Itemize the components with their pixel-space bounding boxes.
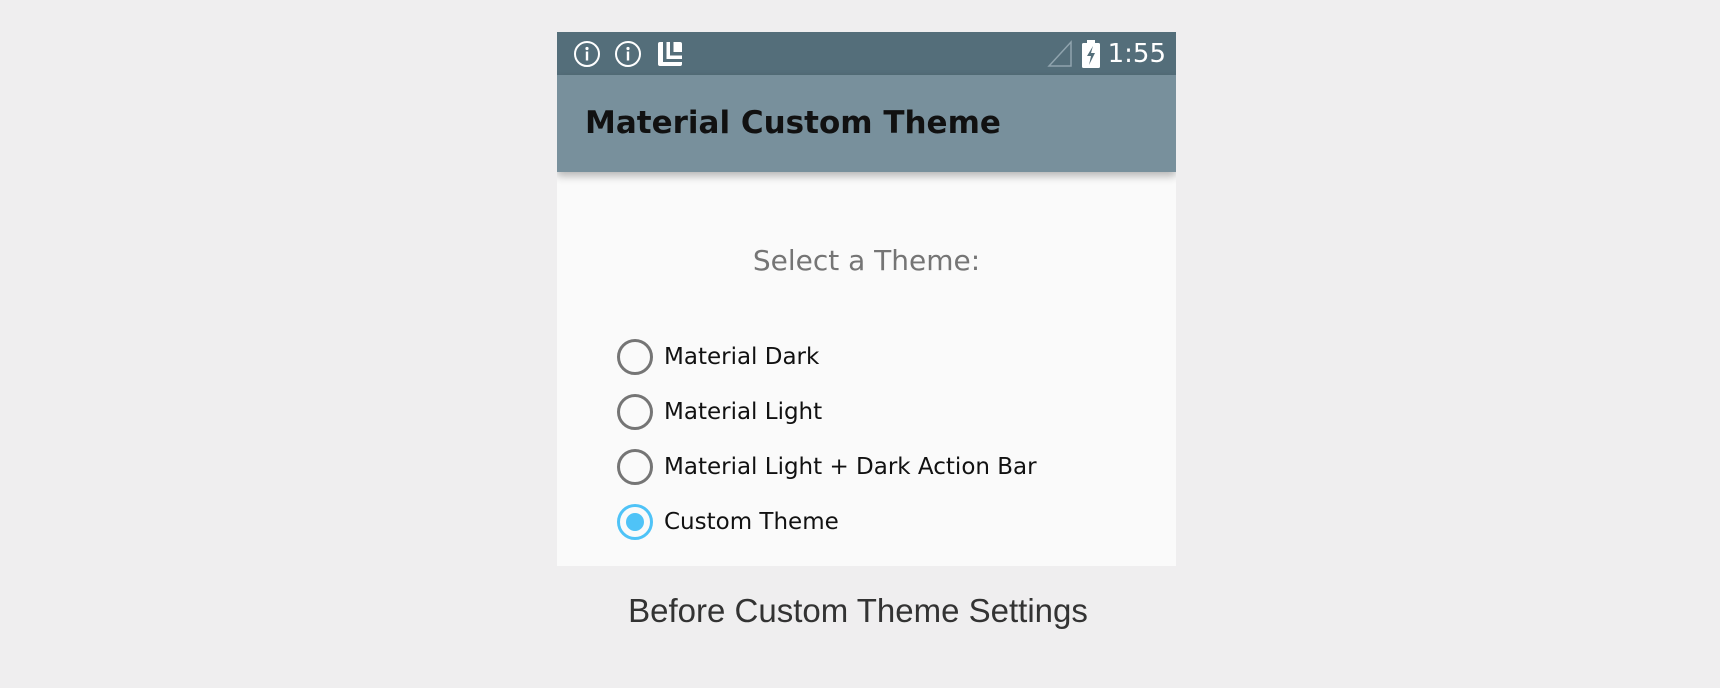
radio-option-material-dark[interactable]: Material Dark xyxy=(617,337,819,377)
radio-button[interactable] xyxy=(617,449,653,485)
radio-button[interactable] xyxy=(617,394,653,430)
radio-label: Material Light xyxy=(664,399,823,425)
app-bar: Material Custom Theme xyxy=(557,75,1176,172)
phone-screen: 1:55 Material Custom Theme Select a Them… xyxy=(557,32,1176,566)
radio-option-material-light-dark-action-bar[interactable]: Material Light + Dark Action Bar xyxy=(617,447,1037,487)
radio-label: Custom Theme xyxy=(664,509,839,535)
battery-charging-icon xyxy=(1082,40,1100,68)
status-bar: 1:55 xyxy=(557,32,1176,75)
figure-caption: Before Custom Theme Settings xyxy=(628,592,1088,629)
radio-label: Material Light + Dark Action Bar xyxy=(664,454,1037,480)
status-time: 1:55 xyxy=(1107,39,1166,69)
signal-icon xyxy=(1047,40,1072,67)
launcher-icon xyxy=(658,42,682,66)
info-icon xyxy=(574,41,600,67)
radio-button[interactable] xyxy=(617,339,653,375)
radio-label: Material Dark xyxy=(664,344,820,370)
select-theme-label: Select a Theme: xyxy=(752,244,981,277)
radio-button-checked[interactable] xyxy=(617,504,653,540)
theme-selection-content: Select a Theme: Material Dark Material L… xyxy=(557,172,1176,566)
app-title: Material Custom Theme xyxy=(585,105,1001,141)
radio-option-custom-theme[interactable]: Custom Theme xyxy=(617,502,839,542)
info-icon xyxy=(615,41,641,67)
radio-option-material-light[interactable]: Material Light xyxy=(617,392,822,432)
